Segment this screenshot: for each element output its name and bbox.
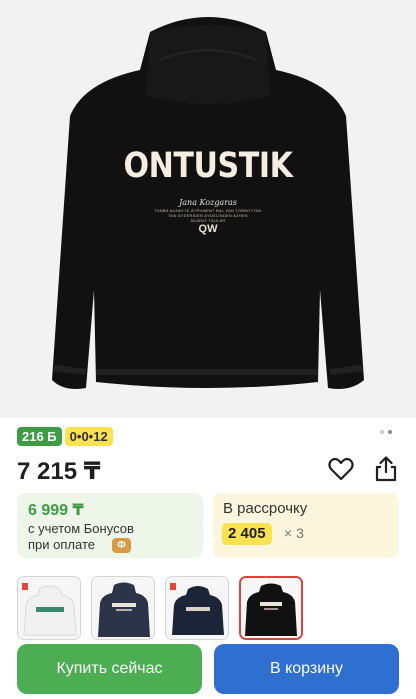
variant-thumbnails [17, 576, 303, 640]
bonus-badge: 216 Б [17, 427, 62, 446]
variant-thumb-navy[interactable] [91, 576, 155, 640]
product-page: ONTUSTIK Jana Kozgaras TANBÁ AUHAYTE ÁYP… [0, 0, 416, 699]
carousel-dots [380, 430, 392, 434]
hoodie-thumb-black [241, 578, 301, 638]
bonus-price: 6 999 ₸ [28, 502, 84, 519]
product-price: 7 215 ₸ [17, 458, 101, 485]
share-icon[interactable] [373, 455, 399, 483]
price-row: 7 215 ₸ [17, 455, 399, 485]
installment-amount: 2 405 [222, 523, 272, 545]
print-title: ONTUSTIK [123, 146, 293, 186]
buy-now-button[interactable]: Купить сейчас [17, 644, 202, 694]
installment-multiplier: × 3 [284, 525, 304, 541]
heart-outline-icon[interactable] [327, 455, 355, 483]
bonus-line-2: при оплате [28, 537, 95, 552]
hoodie-thumb-white [18, 577, 80, 639]
variant-thumb-white[interactable] [17, 576, 81, 640]
print-script: Jana Kozgaras [179, 198, 237, 207]
hoodie-thumb-navy-front [166, 577, 228, 639]
bonus-payment-icon: Ф [112, 538, 131, 553]
add-to-cart-button[interactable]: В корзину [214, 644, 399, 694]
bonus-line-1: с учетом Бонусов [28, 521, 134, 536]
hoodie-thumb-navy [92, 577, 154, 639]
product-image[interactable]: ONTUSTIK Jana Kozgaras TANBÁ AUHAYTE ÁYP… [0, 0, 416, 418]
installment-title: В рассрочку [223, 500, 308, 517]
variant-thumb-black-selected[interactable] [239, 576, 303, 640]
carousel-dot-active[interactable] [388, 430, 392, 434]
installment-card[interactable]: В рассрочку 2 405 × 3 [213, 493, 399, 558]
bonus-price-card[interactable]: 6 999 ₸ с учетом Бонусов при оплате Ф [17, 493, 203, 558]
variant-thumb-navy-front[interactable] [165, 576, 229, 640]
carousel-dot[interactable] [380, 430, 384, 434]
print-logo: QW [198, 223, 218, 235]
installment-badge: 0•0•12 [64, 427, 113, 446]
badges: 216 Б 0•0•12 [17, 427, 113, 446]
print-fine-text: TANBÁ AUHAYTE ÁYPHMENT BAL ZAN TORBOYTAN… [0, 208, 416, 223]
